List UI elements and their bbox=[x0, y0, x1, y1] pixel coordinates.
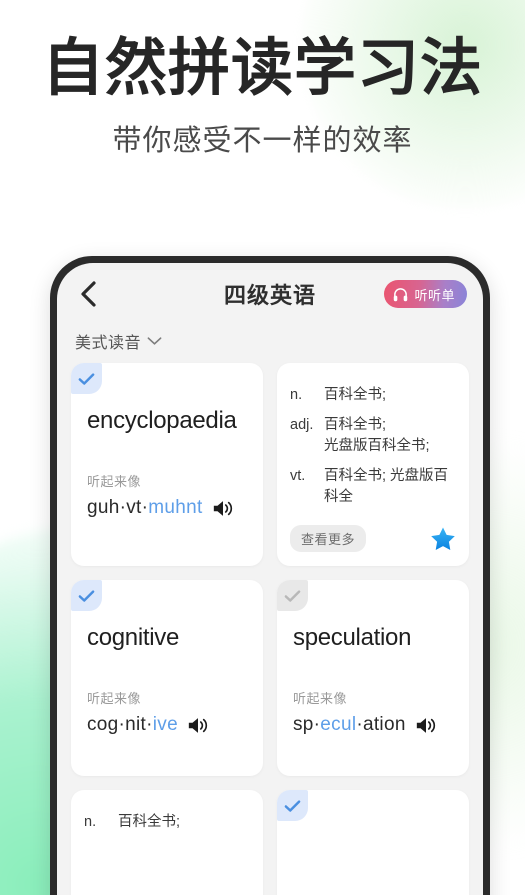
sounds-like-label: 听起来像 bbox=[293, 691, 348, 707]
word-text: encyclopaedia bbox=[87, 407, 237, 434]
check-icon bbox=[284, 590, 301, 602]
headphones-icon bbox=[394, 287, 408, 301]
accent-filter-label: 美式读音 bbox=[75, 335, 142, 352]
word-card[interactable] bbox=[277, 790, 469, 895]
word-checkbox[interactable] bbox=[277, 580, 308, 612]
speaker-icon[interactable] bbox=[415, 716, 437, 735]
definition-text: 百科全书; 光盘版百科全书; bbox=[324, 417, 430, 455]
headline-block: 自然拼读学习法 带你感受不一样的效率 bbox=[0, 0, 525, 158]
chevron-left-icon bbox=[81, 281, 96, 307]
chevron-down-icon bbox=[147, 337, 162, 345]
phone-mockup: 四级英语 听听单 美式读音 encyclopaedia 听起来像 guh·vt·… bbox=[50, 256, 490, 895]
phonetic-row: guh·vt·muhnt bbox=[87, 497, 247, 519]
check-icon bbox=[78, 590, 95, 602]
word-checkbox[interactable] bbox=[71, 580, 102, 612]
phonetic-text: guh·vt·muhnt bbox=[87, 497, 203, 518]
check-icon bbox=[284, 800, 301, 812]
definition-pos: vt. bbox=[290, 468, 306, 485]
poster-root: 自然拼读学习法 带你感受不一样的效率 四级英语 听听单 美式读音 encyclo… bbox=[0, 0, 525, 895]
definition-pos: n. bbox=[84, 814, 97, 831]
definition-pos: n. bbox=[290, 387, 303, 403]
word-card[interactable]: speculation 听起来像 sp·ecul·ation bbox=[277, 580, 469, 777]
phonetic-row: sp·ecul·ation bbox=[293, 714, 453, 736]
back-button[interactable] bbox=[71, 277, 105, 311]
word-text: speculation bbox=[293, 624, 412, 652]
phone-screen: 四级英语 听听单 美式读音 encyclopaedia 听起来像 guh·vt·… bbox=[57, 263, 483, 895]
word-card[interactable]: encyclopaedia 听起来像 guh·vt·muhnt bbox=[71, 363, 263, 567]
speaker-icon[interactable] bbox=[212, 499, 234, 518]
definition-text: 百科全书; 光盘版百科全 bbox=[324, 468, 449, 506]
word-card[interactable]: cognitive 听起来像 cog·nit·ive bbox=[71, 580, 263, 777]
phonetic-text: cog·nit·ive bbox=[87, 714, 178, 736]
word-card-grid: encyclopaedia 听起来像 guh·vt·muhnt n. 百科全书;… bbox=[57, 363, 483, 895]
word-checkbox[interactable] bbox=[277, 790, 308, 822]
view-more-button[interactable]: 查看更多 bbox=[290, 525, 367, 553]
definition-line: n. 百科全书; bbox=[290, 385, 456, 406]
listen-list-label: 听听单 bbox=[414, 287, 455, 303]
definition-text: 百科全书; bbox=[118, 814, 181, 831]
page-title: 自然拼读学习法 bbox=[41, 34, 483, 103]
definition-text: 百科全书; bbox=[324, 387, 387, 403]
star-icon[interactable] bbox=[430, 526, 456, 551]
definition-line: vt. 百科全书; 光盘版百科全 bbox=[290, 466, 456, 508]
definition-card[interactable]: n. 百科全书; adj. 百科全书; 光盘版百科全书; vt. 百科全书; 光… bbox=[277, 363, 469, 567]
sounds-like-label: 听起来像 bbox=[87, 474, 142, 489]
phonetic-text: sp·ecul·ation bbox=[293, 714, 406, 736]
check-icon bbox=[78, 372, 95, 385]
word-checkbox[interactable] bbox=[71, 363, 102, 394]
speaker-icon[interactable] bbox=[187, 716, 209, 735]
accent-filter-dropdown[interactable]: 美式读音 bbox=[75, 329, 162, 353]
page-subtitle: 带你感受不一样的效率 bbox=[112, 125, 413, 157]
definition-pos: adj. bbox=[290, 417, 314, 434]
phonetic-row: cog·nit·ive bbox=[87, 714, 247, 736]
definition-line: adj. 百科全书; 光盘版百科全书; bbox=[290, 415, 456, 457]
definition-footer: 查看更多 bbox=[290, 517, 456, 553]
definition-card[interactable]: n. 百科全书; bbox=[71, 790, 263, 895]
accent-filter-row: 美式读音 bbox=[57, 325, 483, 363]
definition-line: n. 百科全书; bbox=[84, 812, 250, 833]
sounds-like-label: 听起来像 bbox=[87, 691, 142, 707]
app-navbar: 四级英语 听听单 bbox=[57, 263, 483, 325]
word-text: cognitive bbox=[87, 624, 180, 652]
listen-list-button[interactable]: 听听单 bbox=[384, 280, 467, 308]
